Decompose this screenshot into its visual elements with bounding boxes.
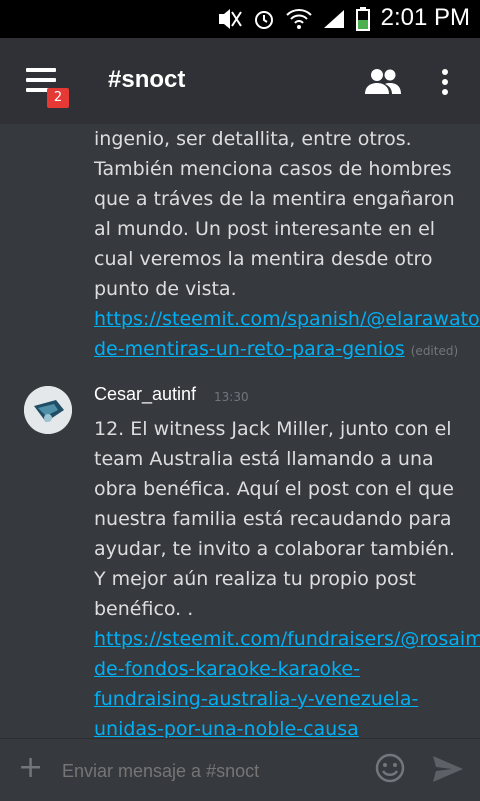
status-bar: 2:01 PM <box>0 0 480 38</box>
wifi-icon <box>286 9 312 29</box>
message-composer: + <box>0 738 480 801</box>
clock: 2:01 PM <box>380 4 470 31</box>
message-author[interactable]: Cesar_autinf <box>94 384 196 405</box>
members-icon[interactable] <box>365 68 401 94</box>
more-options-icon[interactable] <box>440 68 450 96</box>
status-icons <box>216 6 370 32</box>
message-text: 12. El witness Jack Miller, junto con el… <box>94 418 456 620</box>
alarm-icon <box>255 11 273 29</box>
add-attachment-icon[interactable]: + <box>18 753 43 783</box>
message-input[interactable] <box>60 757 364 785</box>
message-text: ingenio, ser detallita, entre otros. Tam… <box>94 128 455 300</box>
message-list[interactable]: ingenio, ser detallita, entre otros. Tam… <box>0 124 480 738</box>
message-body: ingenio, ser detallita, entre otros. Tam… <box>94 124 480 366</box>
message-body: 12. El witness Jack Miller, junto con el… <box>94 414 480 738</box>
send-icon[interactable] <box>432 755 464 783</box>
edited-label: (edited) <box>410 344 459 358</box>
battery-icon <box>356 7 370 31</box>
message-timestamp: 13:30 <box>214 390 249 404</box>
emoji-icon[interactable] <box>375 753 405 783</box>
app-bar: 2 #snoct <box>0 38 480 124</box>
avatar[interactable] <box>24 386 72 434</box>
unread-badge: 2 <box>47 88 69 108</box>
channel-title: #snoct <box>108 66 186 93</box>
message-link[interactable]: https://steemit.com/fundraisers/@rosaimm… <box>94 628 480 738</box>
mute-icon <box>219 9 242 29</box>
signal-icon <box>324 10 344 28</box>
